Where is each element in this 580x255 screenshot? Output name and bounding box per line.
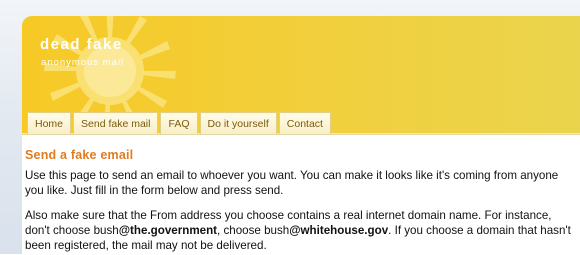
main-content: Send a fake email Use this page to send … <box>22 134 580 255</box>
page-heading: Send a fake email <box>25 148 134 162</box>
tab-do-it-yourself[interactable]: Do it yourself <box>199 112 277 134</box>
domain-note: Also make sure that the From address you… <box>25 208 573 253</box>
tab-faq[interactable]: FAQ <box>160 112 198 134</box>
tab-send-fake-mail[interactable]: Send fake mail <box>73 112 159 134</box>
bad-domain-example: @the.government <box>118 224 218 237</box>
tab-contact[interactable]: Contact <box>278 112 331 134</box>
main-nav: Home Send fake mail FAQ Do it yourself C… <box>27 112 333 134</box>
domain-note-part2: , choose bush <box>217 224 290 237</box>
intro-text: Use this page to send an email to whoeve… <box>25 169 559 197</box>
good-domain-example: @whitehouse.gov <box>289 224 389 237</box>
site-subtitle: anonymous mail <box>41 57 125 68</box>
tab-home[interactable]: Home <box>27 112 72 134</box>
site-title: dead fake <box>40 36 123 53</box>
